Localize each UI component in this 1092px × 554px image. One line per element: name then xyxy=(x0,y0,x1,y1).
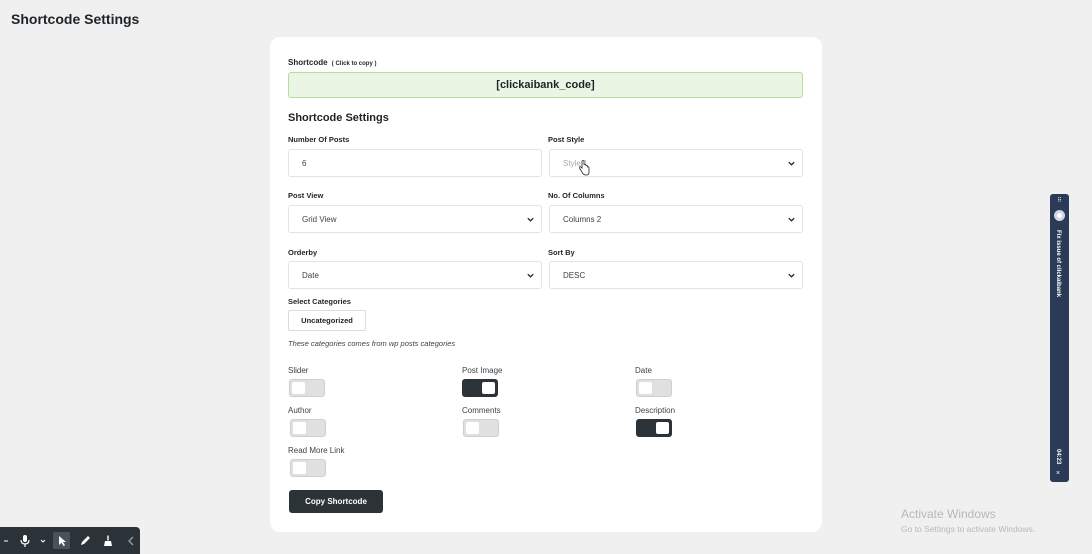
post-view-label: Post View xyxy=(288,191,324,200)
activation-watermark: Activate Windows Go to Settings to activ… xyxy=(901,507,1035,534)
shortcode-label-text: Shortcode xyxy=(288,58,328,67)
date-toggle-label: Date xyxy=(635,366,652,375)
toggle-knob xyxy=(293,422,306,434)
broom-icon[interactable] xyxy=(99,532,116,549)
slider-toggle[interactable] xyxy=(289,379,325,397)
shortcode-copy-box[interactable]: [clickaibank_code] xyxy=(288,72,803,98)
drag-handle-icon[interactable]: ⠿ xyxy=(1055,198,1064,204)
chevron-down-icon xyxy=(788,217,795,222)
chevron-down-icon xyxy=(527,273,534,278)
chevron-left-icon[interactable] xyxy=(122,532,139,549)
watermark-subtitle: Go to Settings to activate Windows. xyxy=(901,524,1036,534)
shortcode-label: Shortcode ( Click to copy ) xyxy=(288,58,376,67)
sort-by-value: DESC xyxy=(563,270,586,280)
section-title: Shortcode Settings xyxy=(288,112,389,124)
description-toggle-label: Description xyxy=(635,406,676,415)
pen-icon[interactable] xyxy=(76,532,93,549)
orderby-select[interactable]: Date xyxy=(288,261,542,289)
orderby-value: Date xyxy=(302,270,319,280)
post-view-value: Grid View xyxy=(302,214,337,224)
date-toggle[interactable] xyxy=(636,379,672,397)
number-of-posts-label: Number Of Posts xyxy=(288,135,350,144)
watermark-title: Activate Windows xyxy=(901,507,996,521)
toggle-knob xyxy=(293,462,306,474)
toggle-knob xyxy=(482,382,495,394)
annotation-toolbar xyxy=(0,527,140,554)
select-categories-label: Select Categories xyxy=(288,297,351,306)
post-image-toggle[interactable] xyxy=(462,379,498,397)
columns-select[interactable]: Columns 2 xyxy=(549,205,803,233)
pointer-icon[interactable] xyxy=(53,532,70,549)
mic-dropdown-icon[interactable] xyxy=(39,532,47,549)
shortcode-copy-hint: ( Click to copy ) xyxy=(331,61,377,67)
chevron-down-icon xyxy=(788,161,795,166)
toggle-knob xyxy=(656,422,669,434)
slider-toggle-label: Slider xyxy=(288,366,309,375)
comments-toggle[interactable] xyxy=(463,419,499,437)
toolbar-dot-icon xyxy=(2,532,10,549)
post-view-select[interactable]: Grid View xyxy=(288,205,542,233)
sort-by-select[interactable]: DESC xyxy=(549,261,803,289)
columns-label: No. Of Columns xyxy=(548,191,605,200)
columns-value: Columns 2 xyxy=(563,214,602,224)
description-toggle[interactable] xyxy=(636,419,672,437)
number-of-posts-value: 6 xyxy=(302,158,307,168)
read-more-toggle-label: Read More Link xyxy=(288,446,345,455)
sort-by-label: Sort By xyxy=(548,248,575,257)
chevron-down-icon xyxy=(788,273,795,278)
toggle-knob xyxy=(466,422,479,434)
chevron-down-icon xyxy=(527,217,534,222)
recording-title: Fix issue of clickaibank xyxy=(1055,230,1061,298)
mic-icon[interactable] xyxy=(16,532,33,549)
read-more-toggle[interactable] xyxy=(290,459,326,477)
author-toggle-label: Author xyxy=(288,406,312,415)
toggle-knob xyxy=(639,382,652,394)
orderby-label: Orderby xyxy=(288,248,318,257)
close-icon[interactable]: × xyxy=(1056,470,1060,477)
recorder-panel: ⠿ Fix issue of clickaibank 04:23 × xyxy=(1050,194,1069,482)
category-uncategorized-button[interactable]: Uncategorized xyxy=(288,310,366,331)
settings-card: Shortcode ( Click to copy ) [clickaibank… xyxy=(270,37,822,532)
number-of-posts-input[interactable]: 6 xyxy=(288,149,542,177)
author-toggle[interactable] xyxy=(290,419,326,437)
recording-timer: 04:23 xyxy=(1055,449,1061,465)
toggle-knob xyxy=(292,382,305,394)
categories-note: These categories comes from wp posts cat… xyxy=(288,339,456,348)
record-icon[interactable] xyxy=(1054,210,1065,221)
post-style-label: Post Style xyxy=(548,135,585,144)
page-title: Shortcode Settings xyxy=(11,11,140,27)
comments-toggle-label: Comments xyxy=(462,406,501,415)
copy-shortcode-button[interactable]: Copy Shortcode xyxy=(289,490,383,513)
post-image-toggle-label: Post Image xyxy=(462,366,503,375)
hand-cursor-icon xyxy=(579,160,590,176)
